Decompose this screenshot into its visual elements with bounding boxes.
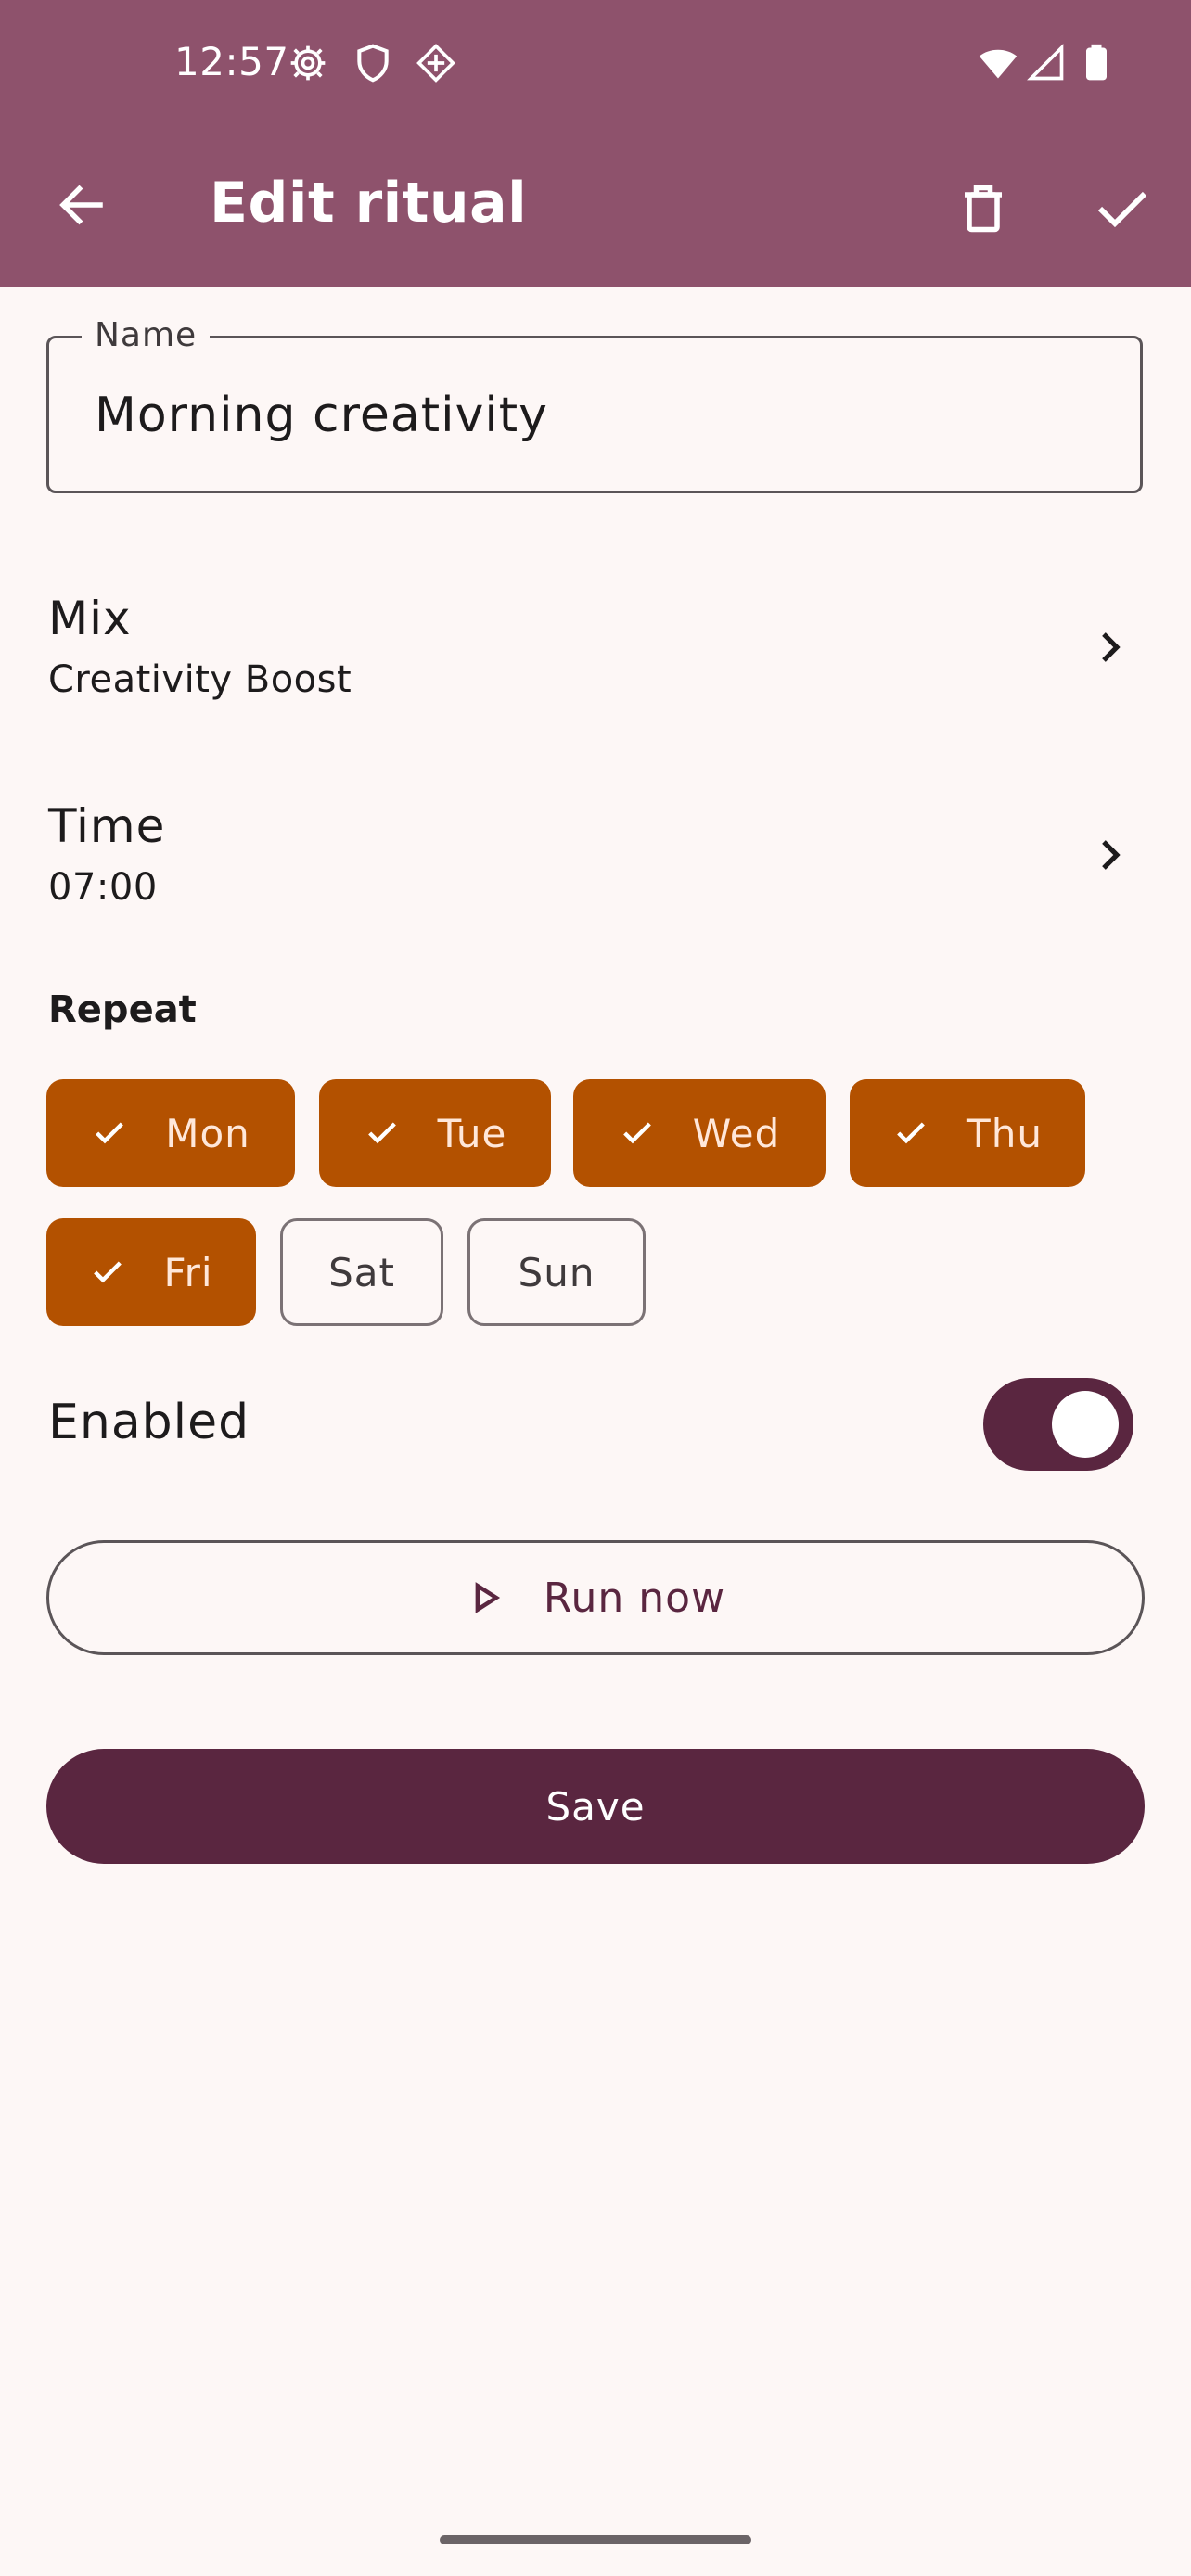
time-row[interactable]: Time 07:00 bbox=[0, 770, 1191, 946]
day-chip-fri[interactable]: Fri bbox=[46, 1218, 256, 1326]
shield-icon bbox=[352, 43, 393, 83]
mix-value: Creativity Boost bbox=[48, 658, 352, 701]
back-button[interactable] bbox=[46, 170, 117, 240]
chevron-right-icon bbox=[1082, 827, 1137, 883]
name-field-value[interactable]: Morning creativity bbox=[95, 388, 548, 443]
save-button[interactable]: Save bbox=[46, 1749, 1145, 1864]
day-chip-label: Fri bbox=[163, 1249, 213, 1295]
status-bar: 12:57 bbox=[0, 0, 1191, 132]
delete-button[interactable] bbox=[946, 172, 1020, 246]
check-icon bbox=[619, 1115, 656, 1152]
delete-icon bbox=[965, 185, 1002, 233]
check-icon bbox=[89, 1254, 126, 1291]
confirm-button[interactable] bbox=[1085, 172, 1159, 246]
app-bar: 12:57 Edit ritual bbox=[0, 0, 1191, 287]
status-time: 12:57 bbox=[174, 39, 289, 84]
day-chip-label: Wed bbox=[692, 1110, 781, 1156]
time-title: Time bbox=[48, 799, 166, 853]
day-chip-wed[interactable]: Wed bbox=[573, 1079, 826, 1187]
run-now-button[interactable]: Run now bbox=[46, 1540, 1145, 1655]
home-indicator[interactable] bbox=[440, 2535, 751, 2544]
mix-title: Mix bbox=[48, 592, 132, 645]
day-chip-label: Sun bbox=[518, 1249, 596, 1295]
day-chip-thu[interactable]: Thu bbox=[850, 1079, 1085, 1187]
toggle-knob bbox=[1052, 1391, 1119, 1458]
diamond-grid-icon bbox=[416, 43, 456, 83]
play-icon bbox=[466, 1577, 506, 1618]
check-icon bbox=[892, 1115, 929, 1152]
enabled-toggle[interactable] bbox=[983, 1378, 1133, 1471]
save-label: Save bbox=[545, 1783, 646, 1830]
day-chip-sun[interactable]: Sun bbox=[467, 1218, 646, 1326]
day-chip-label: Thu bbox=[967, 1110, 1043, 1156]
enabled-label: Enabled bbox=[48, 1395, 250, 1450]
day-chip-sat[interactable]: Sat bbox=[280, 1218, 443, 1326]
day-chip-label: Sat bbox=[328, 1249, 395, 1295]
battery-icon bbox=[1076, 43, 1117, 83]
run-now-label: Run now bbox=[543, 1574, 726, 1622]
name-field-label: Name bbox=[82, 316, 211, 354]
chevron-right-icon bbox=[1082, 619, 1137, 675]
day-chip-tue[interactable]: Tue bbox=[319, 1079, 551, 1187]
gear-icon bbox=[288, 43, 328, 83]
day-chip-mon[interactable]: Mon bbox=[46, 1079, 295, 1187]
arrow-left-icon bbox=[59, 185, 103, 225]
page-title: Edit ritual bbox=[210, 171, 528, 236]
time-value: 07:00 bbox=[48, 866, 158, 909]
mix-row[interactable]: Mix Creativity Boost bbox=[0, 560, 1191, 736]
wifi-icon bbox=[978, 43, 1018, 83]
day-chip-label: Tue bbox=[437, 1110, 507, 1156]
day-chip-label: Mon bbox=[165, 1110, 250, 1156]
check-icon bbox=[91, 1115, 128, 1152]
repeat-heading: Repeat bbox=[48, 988, 197, 1031]
check-icon bbox=[1097, 191, 1147, 228]
check-icon bbox=[364, 1115, 401, 1152]
cell-signal-icon bbox=[1026, 43, 1067, 83]
